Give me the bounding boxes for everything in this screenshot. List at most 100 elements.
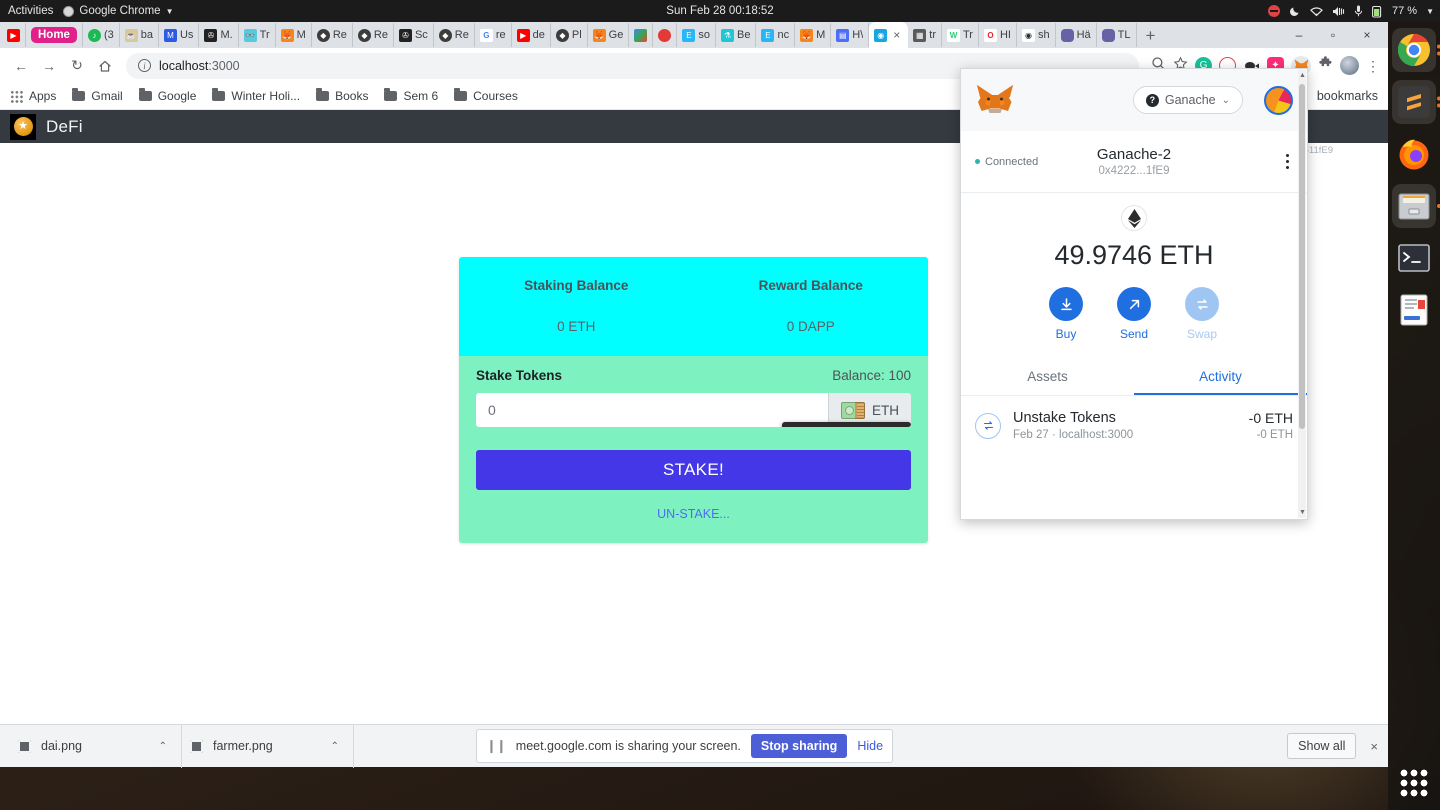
connection-status: Connected (975, 156, 1038, 168)
tab-metamask-1[interactable]: 🦊 M (276, 23, 312, 47)
stake-button[interactable]: STAKE! (476, 450, 911, 490)
bookmarks-overflow-label[interactable]: bookmarks (1317, 89, 1378, 103)
github-icon: ◉ (1021, 28, 1035, 42)
close-window-button[interactable]: × (1350, 28, 1384, 42)
tab-opera[interactable]: O HΙ (979, 23, 1017, 47)
tab-eth-blue-1[interactable]: Eso (677, 23, 716, 47)
close-icon[interactable]: × (890, 28, 903, 42)
tab-docs[interactable]: ▤ H\ (831, 23, 870, 47)
dock-item-files[interactable] (1392, 184, 1440, 228)
balance-amount: 49.9746 ETH (1054, 240, 1214, 270)
bookmark-apps[interactable]: Apps (10, 89, 56, 103)
tab-active-react[interactable]: ◉ × (869, 22, 909, 48)
dock-item-terminal[interactable] (1392, 236, 1436, 280)
activities-button[interactable]: Activities (0, 5, 63, 17)
tab-w[interactable]: W Tr (942, 23, 979, 47)
maximize-button[interactable]: ▫ (1316, 28, 1350, 42)
download-item-farmer[interactable]: farmer.png ⌃ (182, 724, 354, 768)
tab-youtube[interactable]: ▶ (2, 23, 26, 47)
chevron-up-icon[interactable]: ⌃ (331, 741, 339, 752)
tab-spotify[interactable]: ♪ (3 (83, 23, 120, 47)
chrome-menu-icon[interactable]: ⋮ (1366, 59, 1380, 73)
bookmark-courses[interactable]: Courses (454, 88, 518, 103)
tab-beaker[interactable]: ⚗ Be (716, 23, 757, 47)
action-buttons: Buy Send Swap (961, 287, 1307, 341)
tab-record[interactable] (653, 23, 678, 47)
tab-binoculars[interactable]: 👓 Tr (239, 23, 276, 47)
power-chevron-icon[interactable]: ▼ (1426, 7, 1434, 16)
tab-globe-1[interactable]: ✇ M. (199, 23, 239, 47)
hide-button[interactable]: Hide (857, 739, 883, 753)
tab-metamask-3[interactable]: 🦊 M (795, 23, 832, 47)
tab-ethereum-3[interactable]: ◆ Re (434, 23, 475, 47)
buy-button[interactable]: Buy (1049, 287, 1083, 341)
tab-eth-blue-2[interactable]: Enc (756, 23, 796, 47)
tab-ethereum-1[interactable]: ◆ Re (312, 23, 353, 47)
minimize-button[interactable]: – (1282, 28, 1316, 42)
image-file-icon (18, 739, 31, 753)
swap-button[interactable]: Swap (1185, 287, 1219, 341)
tab-github[interactable]: ◉ sh (1017, 23, 1056, 47)
back-button[interactable]: ← (8, 53, 34, 79)
tab-youtube-2[interactable]: ▶ de (512, 23, 551, 47)
reload-button[interactable]: ↻ (64, 53, 90, 79)
popup-scrollbar[interactable]: ▲ ▼ (1298, 70, 1306, 518)
tab-home[interactable]: Home (26, 23, 83, 47)
tab-activity[interactable]: Activity (1134, 359, 1307, 395)
account-avatar-icon[interactable] (1264, 85, 1293, 115)
tab-gmail[interactable] (629, 23, 654, 47)
bookmark-winter-holiday[interactable]: Winter Holi... (212, 88, 300, 103)
info-icon[interactable]: i (138, 59, 151, 72)
dock-item-google-chrome[interactable] (1392, 28, 1440, 72)
tab-ganache[interactable]: ▦ tr (908, 23, 942, 47)
chevron-up-icon[interactable]: ⌃ (159, 741, 167, 752)
download-item-dai[interactable]: dai.png ⌃ (10, 724, 182, 768)
swap-arrows-icon (975, 412, 1001, 439)
tab-globe-2[interactable]: ✇ Sc (394, 23, 434, 47)
dock-item-sublime-text[interactable] (1392, 80, 1440, 124)
forward-button[interactable]: → (36, 53, 62, 79)
tab-java[interactable]: ☕ ba (120, 23, 159, 47)
metamask-icon: 🦊 (280, 28, 294, 42)
tab-heroku-1[interactable]: Hä (1056, 23, 1097, 47)
network-selector[interactable]: ? Ganache ⌄ (1132, 86, 1243, 114)
clock: Sun Feb 28 00:18:52 (666, 5, 774, 17)
dock-item-text-editor[interactable] (1392, 288, 1436, 332)
new-tab-button[interactable]: + (1137, 27, 1165, 44)
tab-ethereum-2[interactable]: ◆ Re (353, 23, 394, 47)
profile-avatar-icon[interactable] (1340, 56, 1359, 75)
extensions-puzzle-icon[interactable] (1318, 55, 1333, 76)
tab-google[interactable]: Gre (475, 23, 512, 47)
window-controls[interactable]: – ▫ × (1282, 28, 1384, 42)
activity-list: Unstake Tokens Feb 27 · localhost:3000 -… (961, 396, 1307, 519)
app-menu[interactable]: Google Chrome ▼ (63, 5, 173, 17)
stop-sharing-button[interactable]: Stop sharing (750, 734, 848, 758)
system-tray[interactable]: 77 % ▼ (1268, 5, 1434, 18)
dock-item-firefox[interactable] (1392, 132, 1436, 176)
bookmark-google[interactable]: Google (138, 88, 196, 103)
bookmark-sem6[interactable]: Sem 6 (384, 88, 438, 103)
send-button[interactable]: Send (1117, 287, 1151, 341)
unstake-link[interactable]: UN-STAKE... (476, 507, 911, 521)
tab-assets[interactable]: Assets (961, 359, 1134, 395)
stake-amount-input[interactable] (476, 393, 828, 427)
scroll-up-arrow-icon[interactable]: ▲ (1299, 72, 1306, 79)
show-applications-icon[interactable] (1399, 768, 1429, 798)
transaction-row[interactable]: Unstake Tokens Feb 27 · localhost:3000 -… (961, 396, 1307, 455)
tab-ethereum-4[interactable]: ◆ Pl (551, 23, 588, 47)
ethereum-diamond-icon (1121, 205, 1147, 231)
microphone-icon (1354, 5, 1363, 17)
home-button[interactable] (92, 53, 118, 79)
kebab-menu-icon[interactable] (1282, 150, 1294, 174)
tab-heroku-2[interactable]: TL (1097, 23, 1137, 47)
scroll-down-arrow-icon[interactable]: ▼ (1299, 509, 1306, 516)
bookmark-books[interactable]: Books (316, 88, 368, 103)
tab-metamask-2[interactable]: 🦊 Ge (588, 23, 630, 47)
close-downloads-bar-button[interactable]: × (1370, 739, 1378, 754)
ethereum-icon: ◆ (316, 28, 330, 42)
show-all-downloads-button[interactable]: Show all (1287, 733, 1357, 759)
bookmark-gmail[interactable]: Gmail (72, 88, 123, 103)
tab-medium[interactable]: M Us (159, 23, 200, 47)
spotify-icon: ♪ (87, 28, 101, 42)
scrollbar-thumb[interactable] (1299, 84, 1305, 429)
